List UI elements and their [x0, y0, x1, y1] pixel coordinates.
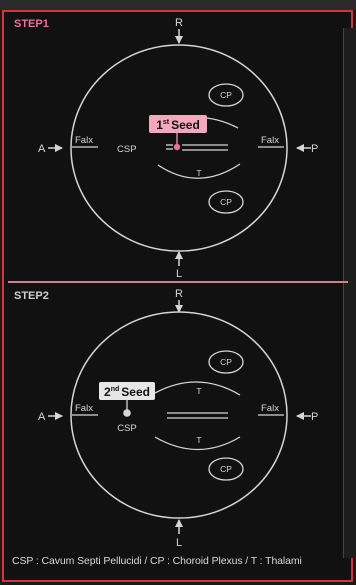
step1-falx-right-label: Falx [261, 135, 279, 146]
step2-panel: STEP2 R L A P Falx Falx 2nd Seed CSP T T … [14, 288, 318, 549]
step1-seed-word: Seed [171, 118, 200, 132]
step2-falx-right-label: Falx [261, 403, 279, 414]
step2-thalamus-upper-label: T [196, 386, 201, 396]
step2-label: STEP2 [14, 290, 49, 302]
step2-r-label: R [175, 288, 183, 300]
step1-l-label: L [176, 268, 182, 280]
step2-csp-label: CSP [117, 423, 137, 434]
step2-seed-word: Seed [121, 385, 150, 399]
step2-head-outline [70, 311, 288, 519]
step2-cp-lower-label: CP [220, 464, 232, 474]
step1-p-label: P [311, 143, 318, 155]
step1-seed-suffix: st [163, 119, 170, 126]
seed-placement-diagram: STEP1 R L A P Falx Falx CSP T CP CP 1st … [14, 17, 318, 549]
step1-cp-lower-label: CP [220, 197, 232, 207]
step2-cp-upper-label: CP [220, 357, 232, 367]
step2-l-label: L [176, 537, 182, 549]
step2-a-label: A [38, 411, 46, 423]
step1-r-label: R [175, 17, 183, 29]
step2-falx-left-label: Falx [75, 403, 93, 414]
step1-a-label: A [38, 143, 46, 155]
step1-seed-label: 1st Seed [156, 118, 200, 132]
step1-seed-point [173, 143, 181, 151]
step2-p-label: P [311, 411, 318, 423]
step2-seed-point [123, 409, 131, 417]
step2-thalamus-lower-label: T [196, 435, 201, 445]
step1-csp-label: CSP [117, 144, 137, 155]
step1-falx-left-label: Falx [75, 135, 93, 146]
step1-label: STEP1 [14, 18, 49, 30]
step1-cp-upper-label: CP [220, 90, 232, 100]
step1-thalamus-label: T [196, 168, 201, 178]
step2-seed-suffix: nd [111, 386, 120, 393]
step1-panel: STEP1 R L A P Falx Falx CSP T CP CP 1st … [14, 17, 318, 280]
abbreviation-legend: CSP : Cavum Septi Pellucidi / CP : Choro… [12, 555, 302, 567]
